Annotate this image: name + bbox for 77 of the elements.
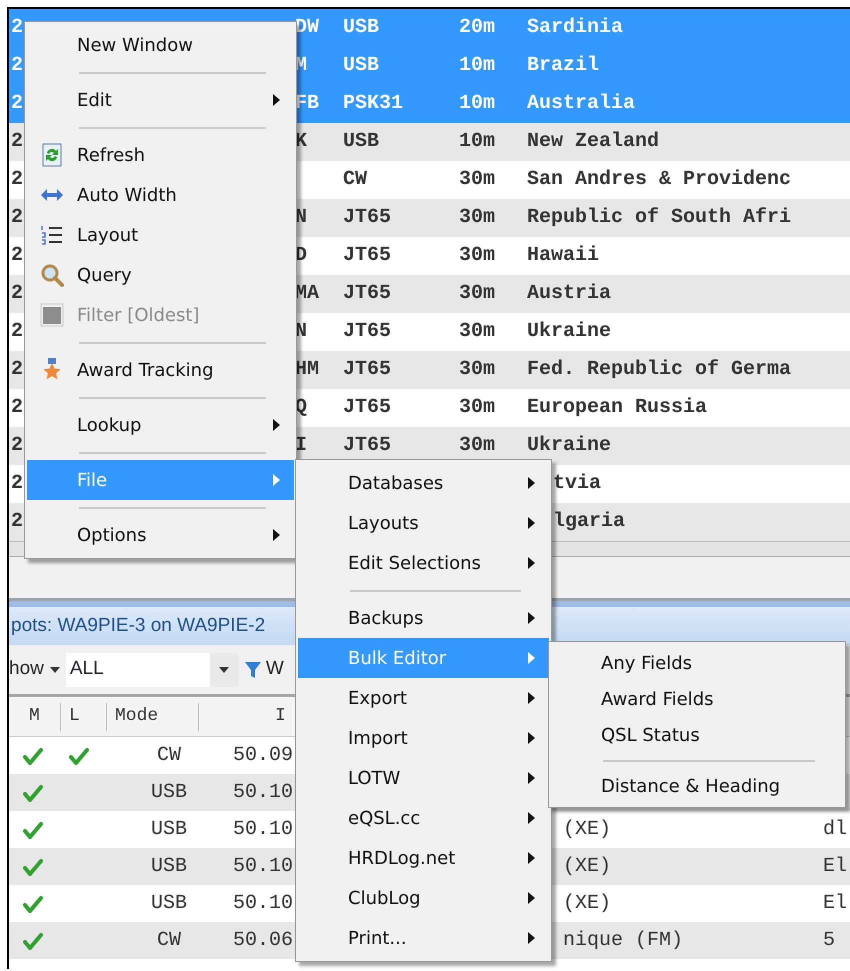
- table-cell-text: 2: [11, 91, 24, 117]
- table-cell-text: Austria: [527, 281, 612, 307]
- table-cell-text: USB: [150, 854, 188, 880]
- table-cell-text: USB: [150, 890, 188, 916]
- table-cell-text: USB: [150, 816, 188, 842]
- table-cell-text: 50.10: [233, 854, 294, 880]
- table-cell-text: CW: [156, 742, 182, 768]
- table-cell-text: 30m: [459, 205, 496, 231]
- table-cell-text: JT65: [343, 395, 392, 421]
- table-cell-text: 2: [11, 319, 24, 345]
- table-cell-text: JT65: [343, 243, 392, 269]
- table-cell-text: USB: [343, 129, 380, 155]
- table-cell-text: JT65: [343, 433, 392, 459]
- table-cell-text: 30m: [459, 243, 496, 269]
- table-cell-text: Australia: [527, 91, 636, 117]
- table-cell-text: 50.09: [233, 742, 294, 768]
- table-cell-text: Ukraine: [527, 433, 612, 459]
- table-cell-text: (XE): [563, 890, 612, 916]
- table-cell-text: European Russia: [527, 395, 708, 421]
- table-cell-text: PSK31: [343, 91, 404, 117]
- table-cell-text: Fed. Republic of Germa: [527, 357, 792, 383]
- table-cell-text: dl: [823, 816, 848, 842]
- table-cell-text: JT65: [343, 319, 392, 345]
- table-cell-text: HM: [295, 357, 320, 383]
- table-cell-text: Brazil: [527, 53, 600, 79]
- table-cell-text: USB: [343, 15, 380, 41]
- table-cell-text: 2: [11, 15, 24, 41]
- table-cell-text: Ukraine: [527, 319, 612, 345]
- table-cell-text: 2: [11, 167, 24, 193]
- table-cell-text: CW: [156, 928, 182, 954]
- table-cell-text: 50.10: [233, 816, 294, 842]
- table-cell-text: 10m: [459, 53, 496, 79]
- table-cell-text: 5: [823, 928, 836, 954]
- table-cell-text: New Zealand: [527, 129, 660, 155]
- table-cell-text: 2: [11, 53, 24, 79]
- table-cell-text: 2: [11, 509, 24, 535]
- table-cell-text: 2: [11, 205, 24, 231]
- table-cell-text: El: [823, 890, 848, 916]
- table-cell-text: 2: [11, 471, 24, 497]
- table-cell-text: 2: [11, 433, 24, 459]
- table-cell-text: USB: [343, 53, 380, 79]
- table-cell-text: San Andres & Providenc: [527, 167, 792, 193]
- table-cell-text: Republic of South Afri: [527, 205, 792, 231]
- table-cell-text: JT65: [343, 357, 392, 383]
- table-cell-text: 50.10: [233, 780, 294, 806]
- table-cell-text: nique (FM): [563, 928, 684, 954]
- table-cell-text: tvia: [553, 471, 602, 497]
- panel-title: pots: WA9PIE-3 on WA9PIE-2: [11, 614, 266, 638]
- table-cell-text: 30m: [459, 395, 496, 421]
- table-cell-text: DW: [295, 15, 320, 41]
- table-cell-text: 2: [11, 281, 24, 307]
- table-cell-text: 2: [11, 129, 24, 155]
- table-cell-text: CW: [343, 167, 368, 193]
- table-cell-text: JT65: [343, 205, 392, 231]
- table-cell-text: 2: [11, 395, 24, 421]
- table-cell-text: lgaria: [553, 509, 626, 535]
- table-cell-text: 50.06: [233, 928, 294, 954]
- table-cell-text: 10m: [459, 91, 496, 117]
- table-cell-text: (XE): [563, 816, 612, 842]
- table-cell-text: 30m: [459, 281, 496, 307]
- table-cell-text: 50.10: [233, 890, 294, 916]
- table-cell-text: 2: [11, 243, 24, 269]
- table-cell-text: JT65: [343, 281, 392, 307]
- table-cell-text: USB: [150, 780, 188, 806]
- table-cell-text: 30m: [459, 433, 496, 459]
- table-cell-text: (XE): [563, 854, 612, 880]
- table-cell-text: 30m: [459, 167, 496, 193]
- table-cell-text: 10m: [459, 129, 496, 155]
- table-cell-text: 30m: [459, 357, 496, 383]
- table-cell-text: Hawaii: [527, 243, 600, 269]
- table-cell-text: 30m: [459, 319, 496, 345]
- table-cell-text: I: [295, 433, 308, 459]
- table-cell-text: 20m: [459, 15, 496, 41]
- table-cell-text: FB: [295, 91, 320, 117]
- table-cell-text: El: [823, 854, 848, 880]
- table-cell-text: 2: [11, 357, 24, 383]
- table-cell-text: Sardinia: [527, 15, 624, 41]
